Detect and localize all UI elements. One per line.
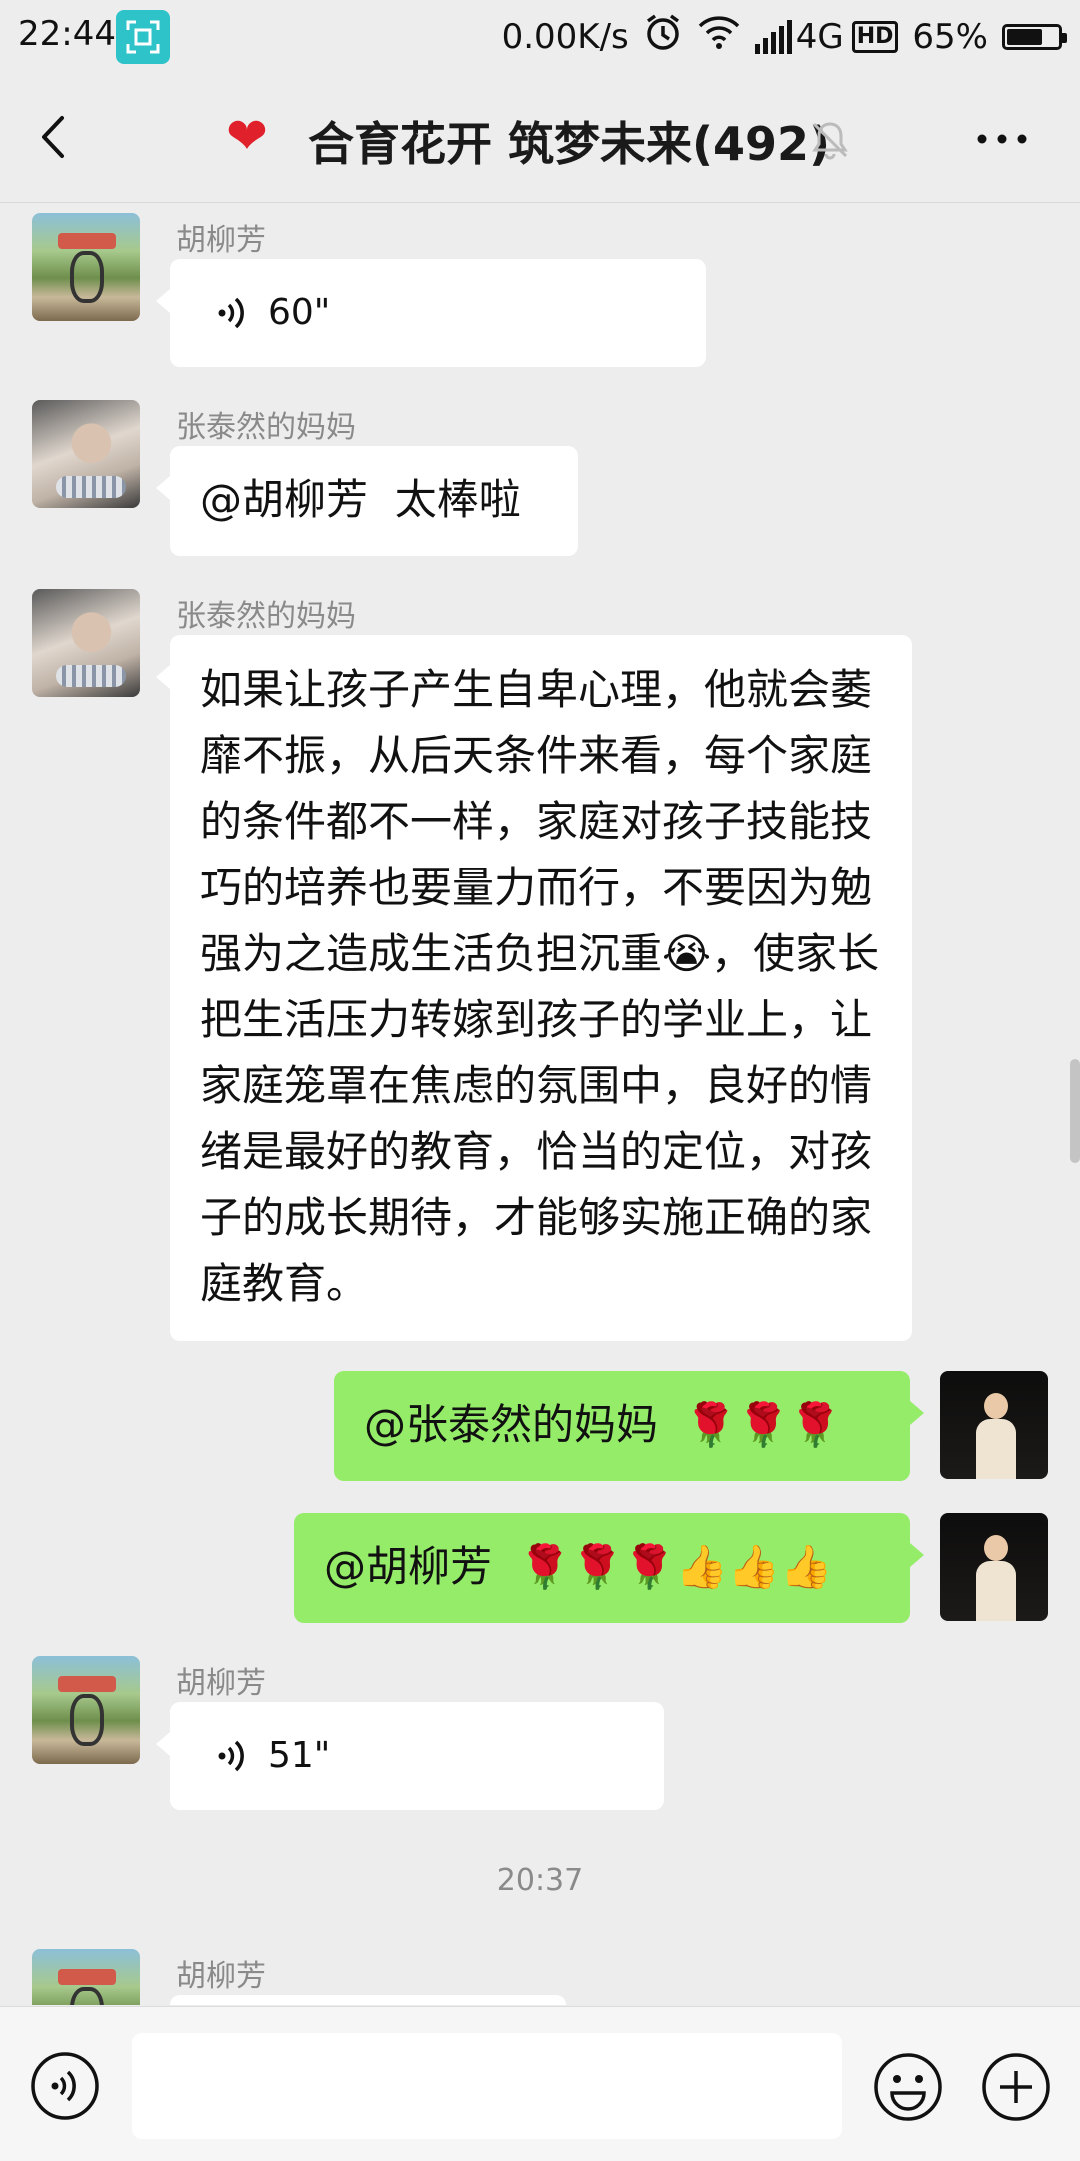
input-bar xyxy=(0,2006,1080,2161)
heart-icon: ❤ xyxy=(226,107,268,165)
chat-title: 合育花开 筑梦未来(492) xyxy=(308,117,831,171)
more-icon[interactable] xyxy=(972,124,1032,154)
avatar-self[interactable] xyxy=(940,1513,1048,1621)
hd-badge: HD xyxy=(851,20,899,53)
status-bar: 22:44 0.00K/s 4G HD 65% xyxy=(0,0,1080,74)
plus-icon[interactable] xyxy=(980,2051,1052,2123)
wifi-icon xyxy=(697,14,741,59)
voice-input-icon[interactable] xyxy=(30,2051,100,2121)
signal-icon xyxy=(754,19,792,54)
sender-name: 张泰然的妈妈 xyxy=(176,410,356,445)
screenshot-icon xyxy=(116,10,170,64)
time-separator: 20:37 xyxy=(496,1863,584,1898)
avatar[interactable] xyxy=(32,1656,140,1764)
text-message[interactable]: @胡柳芳 太棒啦 xyxy=(156,446,578,556)
mute-bell-icon xyxy=(808,118,852,162)
back-icon[interactable] xyxy=(30,112,80,162)
voice-message[interactable]: 51" xyxy=(156,1702,664,1810)
message-text: @胡柳芳 太棒啦 xyxy=(200,475,521,524)
voice-play-icon xyxy=(218,1740,244,1772)
partial-message[interactable] xyxy=(170,1995,566,2005)
message-text: @胡柳芳 🌹🌹🌹👍👍👍 xyxy=(324,1542,833,1591)
avatar-self[interactable] xyxy=(940,1371,1048,1479)
text-message-self[interactable]: @张泰然的妈妈 🌹🌹🌹 xyxy=(334,1371,924,1481)
scrollbar-thumb[interactable] xyxy=(1070,1059,1080,1163)
status-right-group: 0.00K/s 4G HD 65% xyxy=(501,12,1067,61)
text-message[interactable]: 如果让孩子产生自卑心理，他就会萎靡不振，从后天条件来看，每个家庭的条件都不一样，… xyxy=(156,635,912,1341)
sender-name: 张泰然的妈妈 xyxy=(176,599,356,634)
avatar[interactable] xyxy=(32,589,140,697)
avatar[interactable] xyxy=(32,1949,140,2005)
voice-message[interactable]: 60" xyxy=(156,259,706,367)
voice-duration: 51" xyxy=(268,1735,331,1776)
message-input[interactable] xyxy=(132,2033,842,2139)
avatar[interactable] xyxy=(32,400,140,508)
battery-icon xyxy=(1002,23,1067,50)
network-speed: 0.00K/s xyxy=(501,16,629,57)
emoji-icon[interactable] xyxy=(872,2051,944,2123)
text-message-self[interactable]: @胡柳芳 🌹🌹🌹👍👍👍 xyxy=(294,1513,924,1623)
sender-name: 胡柳芳 xyxy=(176,1959,266,1994)
sender-name: 胡柳芳 xyxy=(176,223,266,258)
voice-duration: 60" xyxy=(268,292,331,333)
network-type: 4G xyxy=(795,16,844,57)
sender-name: 胡柳芳 xyxy=(176,1666,266,1701)
chat-header: ❤ 合育花开 筑梦未来(492) xyxy=(0,74,1080,203)
alarm-icon xyxy=(643,12,683,61)
status-time: 22:44 xyxy=(18,14,116,54)
voice-play-icon xyxy=(218,297,244,329)
battery-percent: 65% xyxy=(912,16,988,57)
avatar[interactable] xyxy=(32,213,140,321)
message-text: 如果让孩子产生自卑心理，他就会萎靡不振，从后天条件来看，每个家庭的条件都不一样，… xyxy=(200,665,880,1308)
message-text: @张泰然的妈妈 🌹🌹🌹 xyxy=(364,1400,842,1449)
message-list[interactable]: 胡柳芳 60" 张泰然的妈妈 @胡柳芳 太棒啦 张泰然的妈妈 如果让孩子产生自卑… xyxy=(0,203,1080,2005)
